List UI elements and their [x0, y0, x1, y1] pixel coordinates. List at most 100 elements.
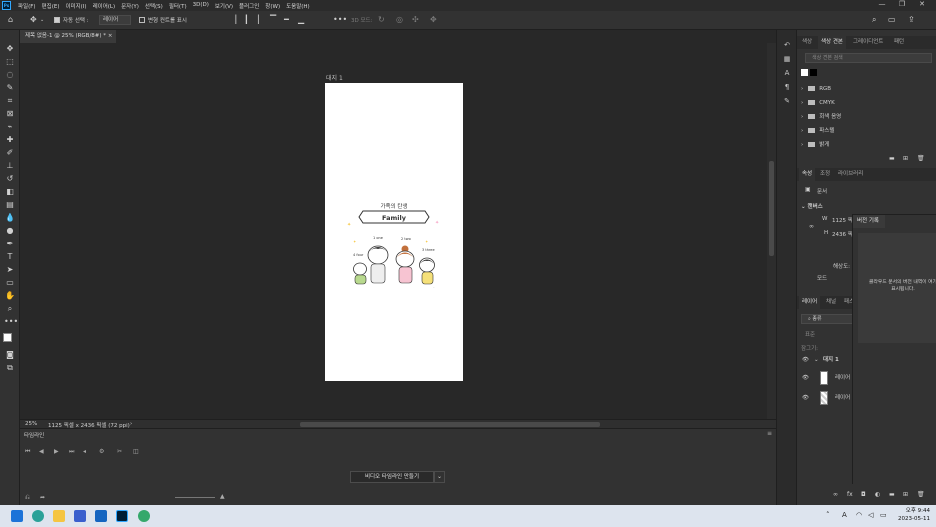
tab-adjustments[interactable]: 조정 — [817, 168, 833, 181]
brush-tool-icon[interactable]: ✐ — [4, 148, 16, 158]
tab-version-history[interactable]: 버전 기록 — [853, 215, 885, 228]
adjustment-layer-icon[interactable]: ◐ — [875, 491, 880, 498]
transform-controls-checkbox[interactable] — [139, 17, 145, 23]
tab-patterns[interactable]: 패턴 — [891, 36, 907, 49]
menu-edit[interactable]: 편집(E) — [42, 2, 60, 10]
blur-tool-icon[interactable]: 💧 — [4, 213, 16, 223]
layer-mask-icon[interactable]: ◘ — [861, 491, 866, 498]
render-video-icon[interactable]: ➦ — [40, 494, 45, 501]
move-tool-icon[interactable]: ✥ — [4, 44, 16, 54]
eye-icon[interactable]: 👁 — [802, 388, 809, 408]
minimize-button[interactable]: — — [872, 0, 892, 8]
hand-tool-icon[interactable]: ✋ — [4, 291, 16, 301]
ime-indicator[interactable]: A — [842, 511, 847, 519]
swatch-folder-rgb[interactable]: › RGB — [801, 84, 831, 94]
tab-channels[interactable]: 채널 — [823, 296, 839, 309]
menu-file[interactable]: 파일(F) — [18, 2, 36, 10]
play-icon[interactable]: ▶ — [54, 448, 59, 455]
swatch-folder-cmyk[interactable]: › CMYK — [801, 98, 835, 108]
history-panel-icon[interactable]: ↶ — [782, 40, 792, 50]
next-frame-icon[interactable]: ⏭ — [69, 448, 74, 456]
screen-mode-icon[interactable]: ⧉ — [4, 363, 16, 373]
new-layer-icon[interactable]: ⊞ — [903, 491, 908, 498]
eraser-tool-icon[interactable]: ◧ — [4, 187, 16, 197]
menu-window[interactable]: 창(W) — [265, 2, 280, 10]
tab-gradients[interactable]: 그레이디언트 — [850, 36, 886, 49]
tab-properties[interactable]: 속성 — [799, 168, 816, 181]
eyedropper-tool-icon[interactable]: ⌁ — [4, 122, 16, 132]
properties-panel-icon[interactable]: ▦ — [782, 54, 792, 64]
close-tab-icon[interactable]: × — [108, 33, 113, 39]
split-scissors-icon[interactable]: ✂ — [117, 448, 122, 455]
3d-slide-icon[interactable]: ✥ — [430, 15, 437, 24]
battery-icon[interactable]: ▭ — [880, 511, 887, 519]
white-swatch[interactable] — [801, 69, 808, 76]
windows-start-icon[interactable] — [11, 510, 23, 522]
chevron-up-icon[interactable]: ˄ — [826, 511, 830, 519]
trash-icon[interactable]: 🗑 — [917, 155, 925, 162]
tab-layers[interactable]: 레이어 — [799, 296, 821, 309]
transition-icon[interactable]: ◫ — [133, 448, 139, 455]
black-swatch[interactable] — [810, 69, 817, 76]
store-icon[interactable] — [74, 510, 86, 522]
align-bottom-icon[interactable]: ▁ — [298, 15, 304, 24]
history-brush-tool-icon[interactable]: ↺ — [4, 174, 16, 184]
crop-tool-icon[interactable]: ⌗ — [4, 96, 16, 106]
menu-select[interactable]: 선택(S) — [145, 2, 163, 10]
height-value[interactable]: 2436 픽 — [832, 230, 853, 238]
photoshop-taskbar-icon[interactable] — [116, 510, 128, 522]
more-tools-icon[interactable]: ••• — [4, 317, 18, 327]
auto-select-checkbox[interactable] — [54, 17, 60, 23]
menu-3d[interactable]: 3D(D) — [193, 2, 209, 10]
prev-frame-icon[interactable]: ◀ — [39, 448, 44, 455]
eye-icon[interactable]: 👁 — [802, 352, 809, 368]
canvas-section-label[interactable]: ⌄ 캔버스 — [801, 202, 823, 210]
move-tool-icon[interactable]: ✥ — [30, 15, 37, 24]
first-frame-icon[interactable]: ⏮ — [25, 448, 30, 456]
workspace-icon[interactable]: ▭ — [888, 15, 896, 24]
more-options-icon[interactable]: ••• — [333, 15, 347, 24]
gradient-tool-icon[interactable]: ▤ — [4, 200, 16, 210]
align-left-icon[interactable]: ▕ — [230, 15, 236, 24]
quick-select-tool-icon[interactable]: ✎ — [4, 83, 16, 93]
brush-settings-icon[interactable]: ✎ — [782, 96, 792, 106]
swatch-folder-pastel[interactable]: › 파스텔 — [801, 126, 834, 136]
new-group-icon[interactable]: ▬ — [889, 155, 895, 162]
menu-plugins[interactable]: 플러그인 — [239, 2, 259, 10]
3d-drag-icon[interactable]: ✣ — [412, 15, 419, 24]
foreground-color-swatch[interactable] — [3, 333, 12, 342]
wifi-icon[interactable]: ◠ — [856, 511, 862, 519]
new-group-icon[interactable]: ▬ — [889, 491, 895, 498]
photoshop-logo-icon[interactable]: Ps — [2, 1, 11, 10]
quick-mask-icon[interactable]: ◙ — [4, 350, 16, 360]
system-clock[interactable]: 오후 9:44 2023-05-11 — [898, 507, 930, 523]
link-icon[interactable]: ∞ — [809, 223, 814, 230]
horizontal-scroll-thumb[interactable] — [300, 422, 600, 427]
zoom-level[interactable]: 25% — [25, 421, 37, 427]
align-middle-icon[interactable]: ━ — [284, 15, 289, 24]
clone-stamp-tool-icon[interactable]: ⊥ — [4, 161, 16, 171]
share-icon[interactable]: ⇪ — [908, 15, 915, 24]
chevron-down-icon[interactable]: ⌄ — [40, 17, 44, 23]
marquee-tool-icon[interactable]: ⬚ — [4, 57, 16, 67]
status-menu-arrow-icon[interactable]: › — [130, 421, 132, 427]
3d-roll-icon[interactable]: ◎ — [396, 15, 403, 24]
menu-layer[interactable]: 레이어(L) — [93, 2, 116, 10]
chevron-down-icon[interactable]: ⌄ — [434, 471, 445, 483]
menu-filter[interactable]: 필터(T) — [169, 2, 187, 10]
auto-select-dropdown[interactable]: 레이어 — [99, 15, 131, 25]
dodge-tool-icon[interactable]: ● — [4, 226, 16, 236]
3d-rotate-icon[interactable]: ↻ — [378, 15, 385, 24]
document-tab[interactable]: 제목 없음-1 @ 25% (RGB/8#) * × — [20, 30, 116, 43]
layer-style-icon[interactable]: fx — [847, 491, 853, 498]
audio-icon[interactable]: ◂ — [83, 448, 86, 455]
new-swatch-icon[interactable]: ⊞ — [903, 155, 908, 162]
swatch-folder-light[interactable]: › 밝게 — [801, 140, 829, 150]
panel-menu-icon[interactable]: ≡ — [767, 430, 772, 437]
search-icon[interactable]: ⌕ — [872, 15, 876, 25]
zoom-in-icon[interactable]: ▲ — [220, 493, 225, 500]
layer-filter-select[interactable]: ⌕ 종류 — [801, 314, 853, 324]
rectangle-tool-icon[interactable]: ▭ — [4, 278, 16, 288]
tab-libraries[interactable]: 라이브러리 — [835, 168, 866, 181]
menu-type[interactable]: 문자(Y) — [121, 2, 139, 10]
